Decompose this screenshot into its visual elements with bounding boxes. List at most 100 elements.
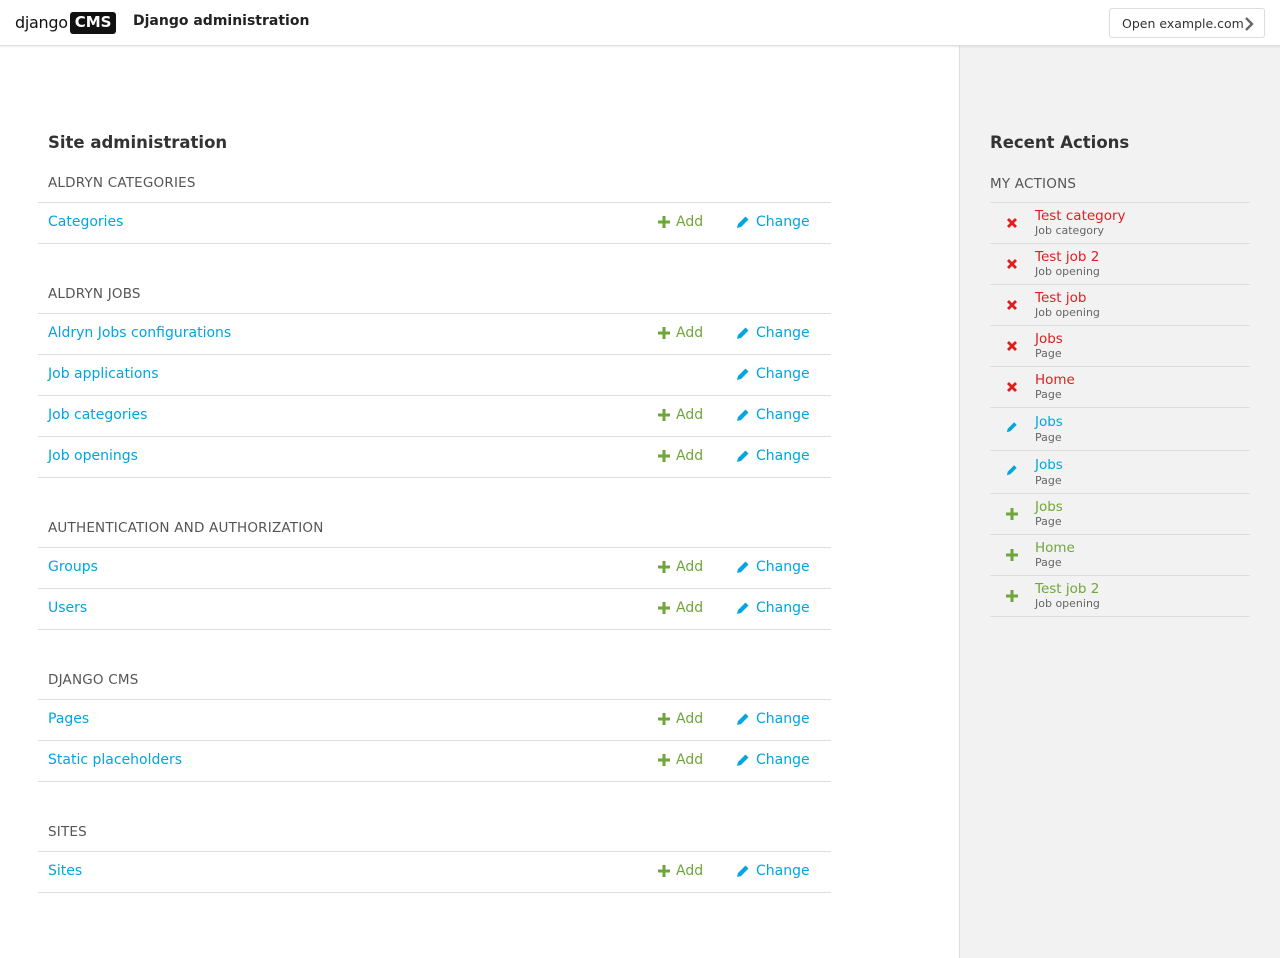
- model-row-groups: Groups Add Change: [38, 548, 831, 589]
- action-object-link[interactable]: Home: [1035, 540, 1075, 556]
- model-link[interactable]: Sites: [48, 863, 82, 879]
- action-item: Home Page: [990, 367, 1250, 408]
- model-row-categories: Categories Add Change: [38, 203, 831, 244]
- action-object-name: Jobs: [1035, 331, 1063, 347]
- header: django CMS Django administration Open ex…: [0, 0, 1280, 46]
- action-object-type: Page: [1035, 474, 1062, 487]
- pencil-icon: [737, 712, 750, 725]
- change-link[interactable]: Change: [736, 863, 810, 879]
- add-link[interactable]: Add: [658, 711, 703, 727]
- action-object-type: Job opening: [1035, 265, 1100, 278]
- add-link[interactable]: Add: [658, 752, 703, 768]
- plus-icon: [658, 602, 670, 614]
- action-object-type: Page: [1035, 347, 1062, 360]
- model-row-sites: Sites Add Change: [38, 852, 831, 893]
- action-object-link[interactable]: Jobs: [1035, 499, 1063, 515]
- action-object-type: Page: [1035, 431, 1062, 444]
- plus-icon: [658, 216, 670, 228]
- recent-actions-title: Recent Actions: [990, 133, 1130, 152]
- action-item: Jobs Page: [990, 451, 1250, 494]
- add-label: Add: [676, 600, 704, 616]
- model-link[interactable]: Job categories: [48, 407, 147, 423]
- recent-actions-list: Test category Job category Test job 2 Jo…: [990, 202, 1250, 617]
- add-label: Add: [676, 863, 704, 879]
- add-link[interactable]: Add: [658, 407, 703, 423]
- chevron-right-icon: [1245, 17, 1254, 31]
- action-object-link[interactable]: Test job 2: [1035, 581, 1099, 597]
- add-link[interactable]: Add: [658, 325, 703, 341]
- change-link[interactable]: Change: [736, 325, 810, 341]
- action-object-name: Test category: [1035, 208, 1126, 224]
- action-item: Home Page: [990, 535, 1250, 576]
- pencil-icon: [737, 864, 750, 877]
- plus-icon: [1006, 549, 1018, 561]
- model-row-users: Users Add Change: [38, 589, 831, 630]
- app-module-sites: SITES Sites Add Change: [38, 814, 831, 893]
- add-link[interactable]: Add: [658, 559, 703, 575]
- add-link[interactable]: Add: [658, 214, 703, 230]
- app-module-django-cms: DJANGO CMS Pages Add Change Static place…: [38, 662, 831, 782]
- plus-icon: [658, 713, 670, 725]
- plus-icon: [658, 409, 670, 421]
- action-object-link[interactable]: Jobs: [1035, 414, 1063, 430]
- change-label: Change: [756, 600, 810, 616]
- model-link[interactable]: Static placeholders: [48, 752, 182, 768]
- change-link[interactable]: Change: [736, 366, 810, 382]
- plus-icon: [1006, 508, 1018, 520]
- model-link[interactable]: Job applications: [48, 366, 159, 382]
- add-link[interactable]: Add: [658, 600, 703, 616]
- open-site-label: Open example.com: [1122, 15, 1244, 31]
- action-item: Jobs Page: [990, 494, 1250, 535]
- change-link[interactable]: Change: [736, 214, 810, 230]
- delete-icon: [1007, 259, 1017, 269]
- delete-icon: [1007, 218, 1017, 228]
- action-object-name: Home: [1035, 372, 1075, 388]
- add-link[interactable]: Add: [658, 863, 703, 879]
- plus-icon: [1006, 590, 1018, 602]
- change-link[interactable]: Change: [736, 407, 810, 423]
- model-link[interactable]: Job openings: [48, 448, 138, 464]
- logo-text: django: [15, 13, 68, 32]
- pencil-icon: [737, 215, 750, 228]
- plus-icon: [658, 865, 670, 877]
- action-object-type: Job category: [1035, 224, 1105, 237]
- add-label: Add: [676, 559, 704, 575]
- action-object-type: Job opening: [1035, 597, 1100, 610]
- action-item: Jobs Page: [990, 326, 1250, 367]
- model-link[interactable]: Aldryn Jobs configurations: [48, 325, 231, 341]
- change-link[interactable]: Change: [736, 600, 810, 616]
- app-module-aldryn-jobs: ALDRYN JOBS Aldryn Jobs configurations A…: [38, 276, 831, 478]
- plus-icon: [658, 450, 670, 462]
- change-link[interactable]: Change: [736, 711, 810, 727]
- change-link[interactable]: Change: [736, 559, 810, 575]
- model-row-pages: Pages Add Change: [38, 700, 831, 741]
- action-object-link[interactable]: Jobs: [1035, 457, 1063, 473]
- change-label: Change: [756, 214, 810, 230]
- change-label: Change: [756, 325, 810, 341]
- model-row-aldryn-jobs-configurations: Aldryn Jobs configurations Add Change: [38, 314, 831, 355]
- add-label: Add: [676, 214, 704, 230]
- pencil-icon: [737, 601, 750, 614]
- change-link[interactable]: Change: [736, 752, 810, 768]
- change-label: Change: [756, 559, 810, 575]
- module-caption: ALDRYN CATEGORIES: [38, 165, 831, 203]
- action-item: Test job Job opening: [990, 285, 1250, 326]
- app-module-auth: AUTHENTICATION AND AUTHORIZATION Groups …: [38, 510, 831, 630]
- page-title: Site administration: [48, 133, 228, 152]
- django-cms-logo[interactable]: django CMS: [15, 11, 117, 34]
- open-site-button[interactable]: Open example.com: [1109, 8, 1265, 38]
- change-link[interactable]: Change: [736, 448, 810, 464]
- plus-icon: [658, 754, 670, 766]
- model-row-static-placeholders: Static placeholders Add Change: [38, 741, 831, 782]
- model-link[interactable]: Categories: [48, 214, 123, 230]
- delete-icon: [1007, 382, 1017, 392]
- add-label: Add: [676, 407, 704, 423]
- plus-icon: [658, 561, 670, 573]
- model-link[interactable]: Pages: [48, 711, 89, 727]
- add-label: Add: [676, 325, 704, 341]
- model-link[interactable]: Groups: [48, 559, 98, 575]
- pencil-icon: [737, 753, 750, 766]
- pencil-icon: [737, 449, 750, 462]
- model-link[interactable]: Users: [48, 600, 87, 616]
- add-link[interactable]: Add: [658, 448, 703, 464]
